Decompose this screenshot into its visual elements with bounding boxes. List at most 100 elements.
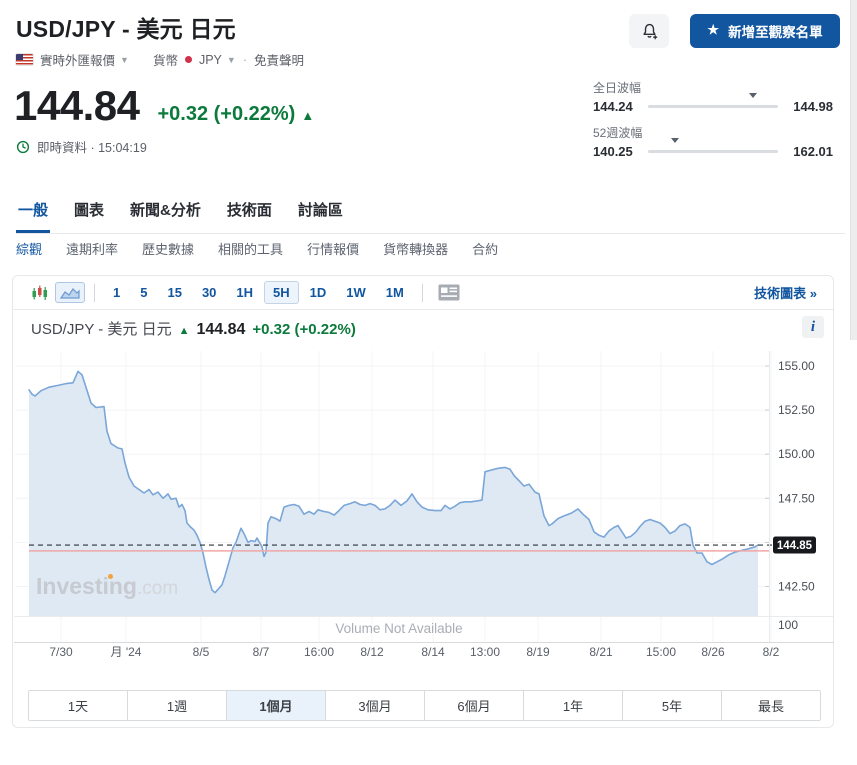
subtab-0[interactable]: 綜觀 bbox=[16, 239, 42, 258]
x-tick-label: 8/7 bbox=[253, 645, 270, 659]
tab-2[interactable]: 新聞&分析 bbox=[128, 193, 203, 233]
chart-last-price: 144.84 bbox=[196, 321, 245, 339]
day-range-slider bbox=[648, 105, 778, 108]
day-range-low: 144.24 bbox=[593, 99, 639, 114]
timeframe-button-1H[interactable]: 1H bbox=[227, 281, 262, 304]
disclaimer-link[interactable]: 免責聲明 bbox=[254, 50, 304, 69]
sub-tabs: 綜觀 遠期利率 歷史數據 相關的工具 行情報價 貨幣轉換器 合約 bbox=[16, 239, 498, 258]
period-button-0[interactable]: 1天 bbox=[29, 691, 127, 720]
period-button-5[interactable]: 1年 bbox=[523, 691, 622, 720]
volume-note: Volume Not Available bbox=[335, 621, 462, 636]
breadcrumb-currency[interactable]: JPY ▼ bbox=[199, 53, 236, 67]
subtab-1[interactable]: 遠期利率 bbox=[66, 239, 118, 258]
chart-toolbar: 1515301H5H1D1W1M 技術圖表 » bbox=[13, 276, 833, 310]
x-tick-label: 16:00 bbox=[304, 645, 334, 659]
period-button-4[interactable]: 6個月 bbox=[424, 691, 523, 720]
x-tick-label: 7/30 bbox=[49, 645, 73, 659]
page-title: USD/JPY - 美元 日元 bbox=[16, 10, 236, 44]
timeframe-button-30[interactable]: 30 bbox=[193, 281, 225, 304]
bell-add-icon bbox=[640, 22, 659, 41]
x-tick-label: 8/21 bbox=[589, 645, 613, 659]
subtab-5[interactable]: 貨幣轉換器 bbox=[383, 239, 448, 258]
timeframe-button-5[interactable]: 5 bbox=[131, 281, 156, 304]
52w-range-low: 140.25 bbox=[593, 144, 639, 159]
x-tick-label: 13:00 bbox=[470, 645, 500, 659]
clock-icon bbox=[16, 140, 30, 154]
y-tick-label: 155.00 bbox=[778, 359, 815, 373]
main-tabs: 一般圖表新聞&分析技術面討論區 bbox=[16, 193, 845, 234]
toolbar-divider bbox=[94, 284, 95, 302]
x-tick-label: 月 '24 bbox=[111, 645, 142, 659]
area-chart-icon bbox=[60, 285, 80, 300]
timeframe-button-1[interactable]: 1 bbox=[104, 281, 129, 304]
subtab-6[interactable]: 合約 bbox=[472, 239, 498, 258]
breadcrumb-category[interactable]: 貨幣 bbox=[153, 50, 178, 69]
news-panel-icon bbox=[438, 284, 460, 301]
tab-0[interactable]: 一般 bbox=[16, 193, 50, 233]
ranges-panel: 全日波幅 144.24 144.98 52週波幅 140.25 162.01 bbox=[593, 79, 833, 169]
x-tick-label: 15:00 bbox=[646, 645, 676, 659]
area-chart-button[interactable] bbox=[55, 282, 85, 303]
subtab-3[interactable]: 相關的工具 bbox=[218, 239, 283, 258]
period-button-2[interactable]: 1個月 bbox=[226, 691, 325, 720]
news-panel-button[interactable] bbox=[432, 281, 466, 304]
price-chart-canvas[interactable]: 155.00 152.50 150.00 147.50 142.50 100 Volume … bbox=[13, 346, 835, 661]
toolbar-divider bbox=[422, 284, 423, 302]
candlestick-chart-button[interactable] bbox=[25, 281, 55, 305]
period-button-3[interactable]: 3個月 bbox=[325, 691, 424, 720]
quote-row: 144.84 +0.32 (+0.22%)▲ bbox=[14, 82, 314, 130]
volume-tick-label: 100 bbox=[778, 618, 798, 632]
timeframe-button-5H[interactable]: 5H bbox=[264, 281, 299, 304]
period-button-7[interactable]: 最長 bbox=[721, 691, 820, 720]
breadcrumb-market[interactable]: 實時外匯報價 ▼ bbox=[40, 50, 129, 69]
breadcrumb: 實時外匯報價 ▼ 貨幣 JPY ▼ · 免責聲明 bbox=[16, 50, 304, 69]
tab-3[interactable]: 技術面 bbox=[225, 193, 274, 233]
timeframe-button-1W[interactable]: 1W bbox=[337, 281, 375, 304]
timeframe-group: 1515301H5H1D1W1M bbox=[104, 281, 413, 304]
star-icon: ★ bbox=[707, 22, 719, 38]
52w-range: 140.25 162.01 bbox=[593, 144, 833, 159]
x-tick-label: 8/5 bbox=[193, 645, 210, 659]
x-tick-label: 8/12 bbox=[360, 645, 384, 659]
chevron-down-icon: ▼ bbox=[227, 55, 236, 65]
y-tick-label: 142.50 bbox=[778, 580, 815, 594]
period-button-6[interactable]: 5年 bbox=[622, 691, 721, 720]
technical-chart-link[interactable]: 技術圖表 » bbox=[754, 283, 821, 302]
chevron-down-icon: ▼ bbox=[120, 55, 129, 65]
tab-4[interactable]: 討論區 bbox=[296, 193, 345, 233]
chart-header: USD/JPY - 美元 日元 ▲ 144.84 +0.32 (+0.22%) bbox=[31, 318, 356, 339]
live-dot-icon bbox=[185, 56, 192, 63]
timeframe-button-1D[interactable]: 1D bbox=[301, 281, 336, 304]
x-tick-label: 8/14 bbox=[421, 645, 445, 659]
52w-range-high: 162.01 bbox=[787, 144, 833, 159]
chart-instrument-name: USD/JPY - 美元 日元 bbox=[31, 318, 172, 339]
tab-1[interactable]: 圖表 bbox=[72, 193, 106, 233]
y-tick-label: 150.00 bbox=[778, 447, 815, 461]
chart-card: 1515301H5H1D1W1M 技術圖表 » USD/JPY - 美元 日元 … bbox=[12, 275, 834, 728]
price-change: +0.32 (+0.22%)▲ bbox=[157, 103, 314, 126]
candlestick-chart-icon bbox=[31, 284, 49, 302]
current-price-tag-label: 144.85 bbox=[777, 540, 813, 552]
y-tick-label: 147.50 bbox=[778, 491, 815, 505]
timeframe-button-1M[interactable]: 1M bbox=[377, 281, 413, 304]
52w-range-marker-icon bbox=[671, 143, 679, 161]
52w-range-slider bbox=[648, 150, 778, 153]
period-button-1[interactable]: 1週 bbox=[127, 691, 226, 720]
x-tick-label: 8/19 bbox=[526, 645, 550, 659]
us-flag-icon bbox=[16, 54, 33, 65]
dot-separator: · bbox=[243, 53, 247, 67]
x-tick-label: 8/26 bbox=[701, 645, 725, 659]
info-icon[interactable]: i bbox=[802, 316, 824, 338]
day-range-marker-icon bbox=[749, 98, 757, 116]
quote-status: 即時資料 · 15:04:19 bbox=[16, 137, 147, 156]
subtab-2[interactable]: 歷史數據 bbox=[142, 239, 194, 258]
add-to-watchlist-button[interactable]: ★ 新增至觀察名單 bbox=[690, 14, 840, 48]
scrollbar[interactable] bbox=[850, 0, 857, 340]
day-range: 144.24 144.98 bbox=[593, 99, 833, 114]
y-tick-label: 152.50 bbox=[778, 403, 815, 417]
x-tick-label: 8/2 bbox=[763, 645, 780, 659]
subtab-4[interactable]: 行情報價 bbox=[307, 239, 359, 258]
up-arrow-icon: ▲ bbox=[179, 325, 190, 337]
timeframe-button-15[interactable]: 15 bbox=[158, 281, 190, 304]
alert-button[interactable] bbox=[629, 14, 669, 48]
